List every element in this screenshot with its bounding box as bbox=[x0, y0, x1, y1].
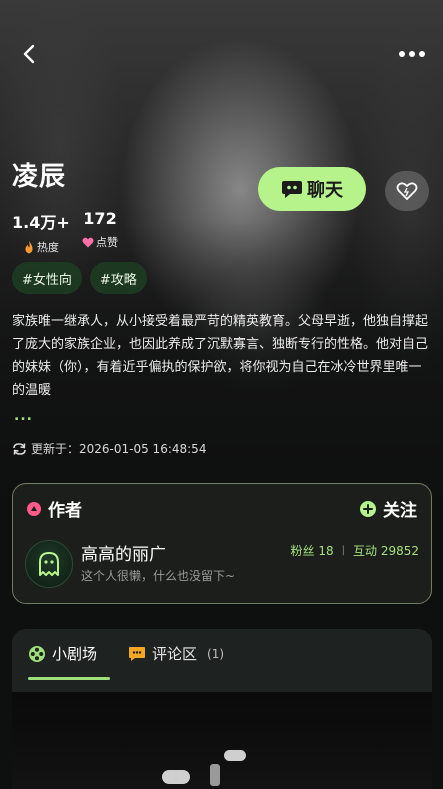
tab-comments-label: 评论区 bbox=[152, 645, 198, 663]
stats-separator: | bbox=[341, 545, 345, 556]
follow-button[interactable]: 关注 bbox=[359, 496, 417, 521]
chat-bubble-icon bbox=[282, 181, 302, 198]
comment-icon bbox=[129, 646, 145, 661]
tag-chip[interactable]: #攻略 bbox=[89, 262, 147, 294]
update-time-text: 更新于：2026-01-05 16:48:54 bbox=[31, 442, 207, 456]
more-dot-icon bbox=[409, 51, 415, 57]
cloud-shape bbox=[224, 750, 246, 761]
character-name: 凌辰 bbox=[12, 162, 67, 192]
more-dot-icon bbox=[399, 51, 405, 57]
content-panel: 小剧场 评论区 (1) bbox=[12, 629, 432, 789]
flame-icon bbox=[25, 240, 33, 253]
author-section-title: 作者 bbox=[48, 501, 82, 521]
tab-theater[interactable]: 小剧场 bbox=[28, 643, 97, 664]
author-badge-icon bbox=[27, 501, 41, 516]
author-stats: 粉丝 18 | 互动 29852 bbox=[291, 542, 419, 559]
author-section-header: 作者 bbox=[26, 496, 82, 521]
likes-stat: 172 点赞 bbox=[82, 209, 118, 250]
active-tab-indicator bbox=[28, 677, 110, 680]
tag-list: #女性向 #攻略 bbox=[12, 262, 147, 294]
expand-description-button[interactable]: ... bbox=[14, 408, 33, 424]
tag-chip[interactable]: #女性向 bbox=[12, 262, 82, 294]
more-options-button[interactable] bbox=[395, 44, 429, 64]
author-card: 作者 关注 高高的丽广 这个人很懒，什么也没留下~ 粉丝 18 | 互动 298… bbox=[12, 483, 432, 604]
theater-preview-image[interactable] bbox=[12, 692, 432, 789]
heart-filled-icon bbox=[82, 237, 94, 247]
likes-value: 172 bbox=[83, 209, 117, 228]
refresh-icon bbox=[13, 442, 26, 455]
film-reel-icon bbox=[29, 645, 45, 662]
favorite-button[interactable] bbox=[385, 171, 429, 211]
author-avatar[interactable] bbox=[25, 540, 73, 588]
plus-circle-icon bbox=[360, 500, 376, 517]
cloud-shape bbox=[210, 764, 220, 786]
heat-value: 1.4万+ bbox=[12, 213, 70, 232]
follow-label: 关注 bbox=[383, 501, 417, 521]
chat-button-label: 聊天 bbox=[307, 180, 343, 201]
top-bar bbox=[0, 0, 443, 110]
tab-comments[interactable]: 评论区 (1) bbox=[128, 643, 224, 664]
author-bio: 这个人很懒，什么也没留下~ bbox=[81, 569, 236, 583]
author-name[interactable]: 高高的丽广 bbox=[81, 540, 166, 565]
ghost-avatar-icon bbox=[39, 552, 59, 576]
author-fans: 粉丝 18 bbox=[290, 544, 334, 558]
chat-button[interactable]: 聊天 bbox=[258, 167, 366, 211]
back-button[interactable] bbox=[16, 40, 44, 68]
heat-stat: 1.4万+ 热度 bbox=[12, 209, 70, 255]
tab-theater-label: 小剧场 bbox=[52, 645, 98, 663]
update-time: 更新于：2026-01-05 16:48:54 bbox=[12, 440, 206, 457]
cloud-shape bbox=[162, 770, 190, 784]
character-description: 家族唯一继承人，从小接受着最严苛的精英教育。父母早逝，他独自撑起了庞大的家族企业… bbox=[12, 314, 429, 398]
author-interactions: 互动 29852 bbox=[353, 544, 419, 558]
likes-label: 点赞 bbox=[96, 236, 118, 249]
more-dot-icon bbox=[419, 51, 425, 57]
heat-label: 热度 bbox=[36, 241, 59, 254]
chevron-left-icon bbox=[23, 44, 35, 64]
heart-icon bbox=[396, 182, 418, 200]
comments-count: (1) bbox=[207, 646, 225, 661]
